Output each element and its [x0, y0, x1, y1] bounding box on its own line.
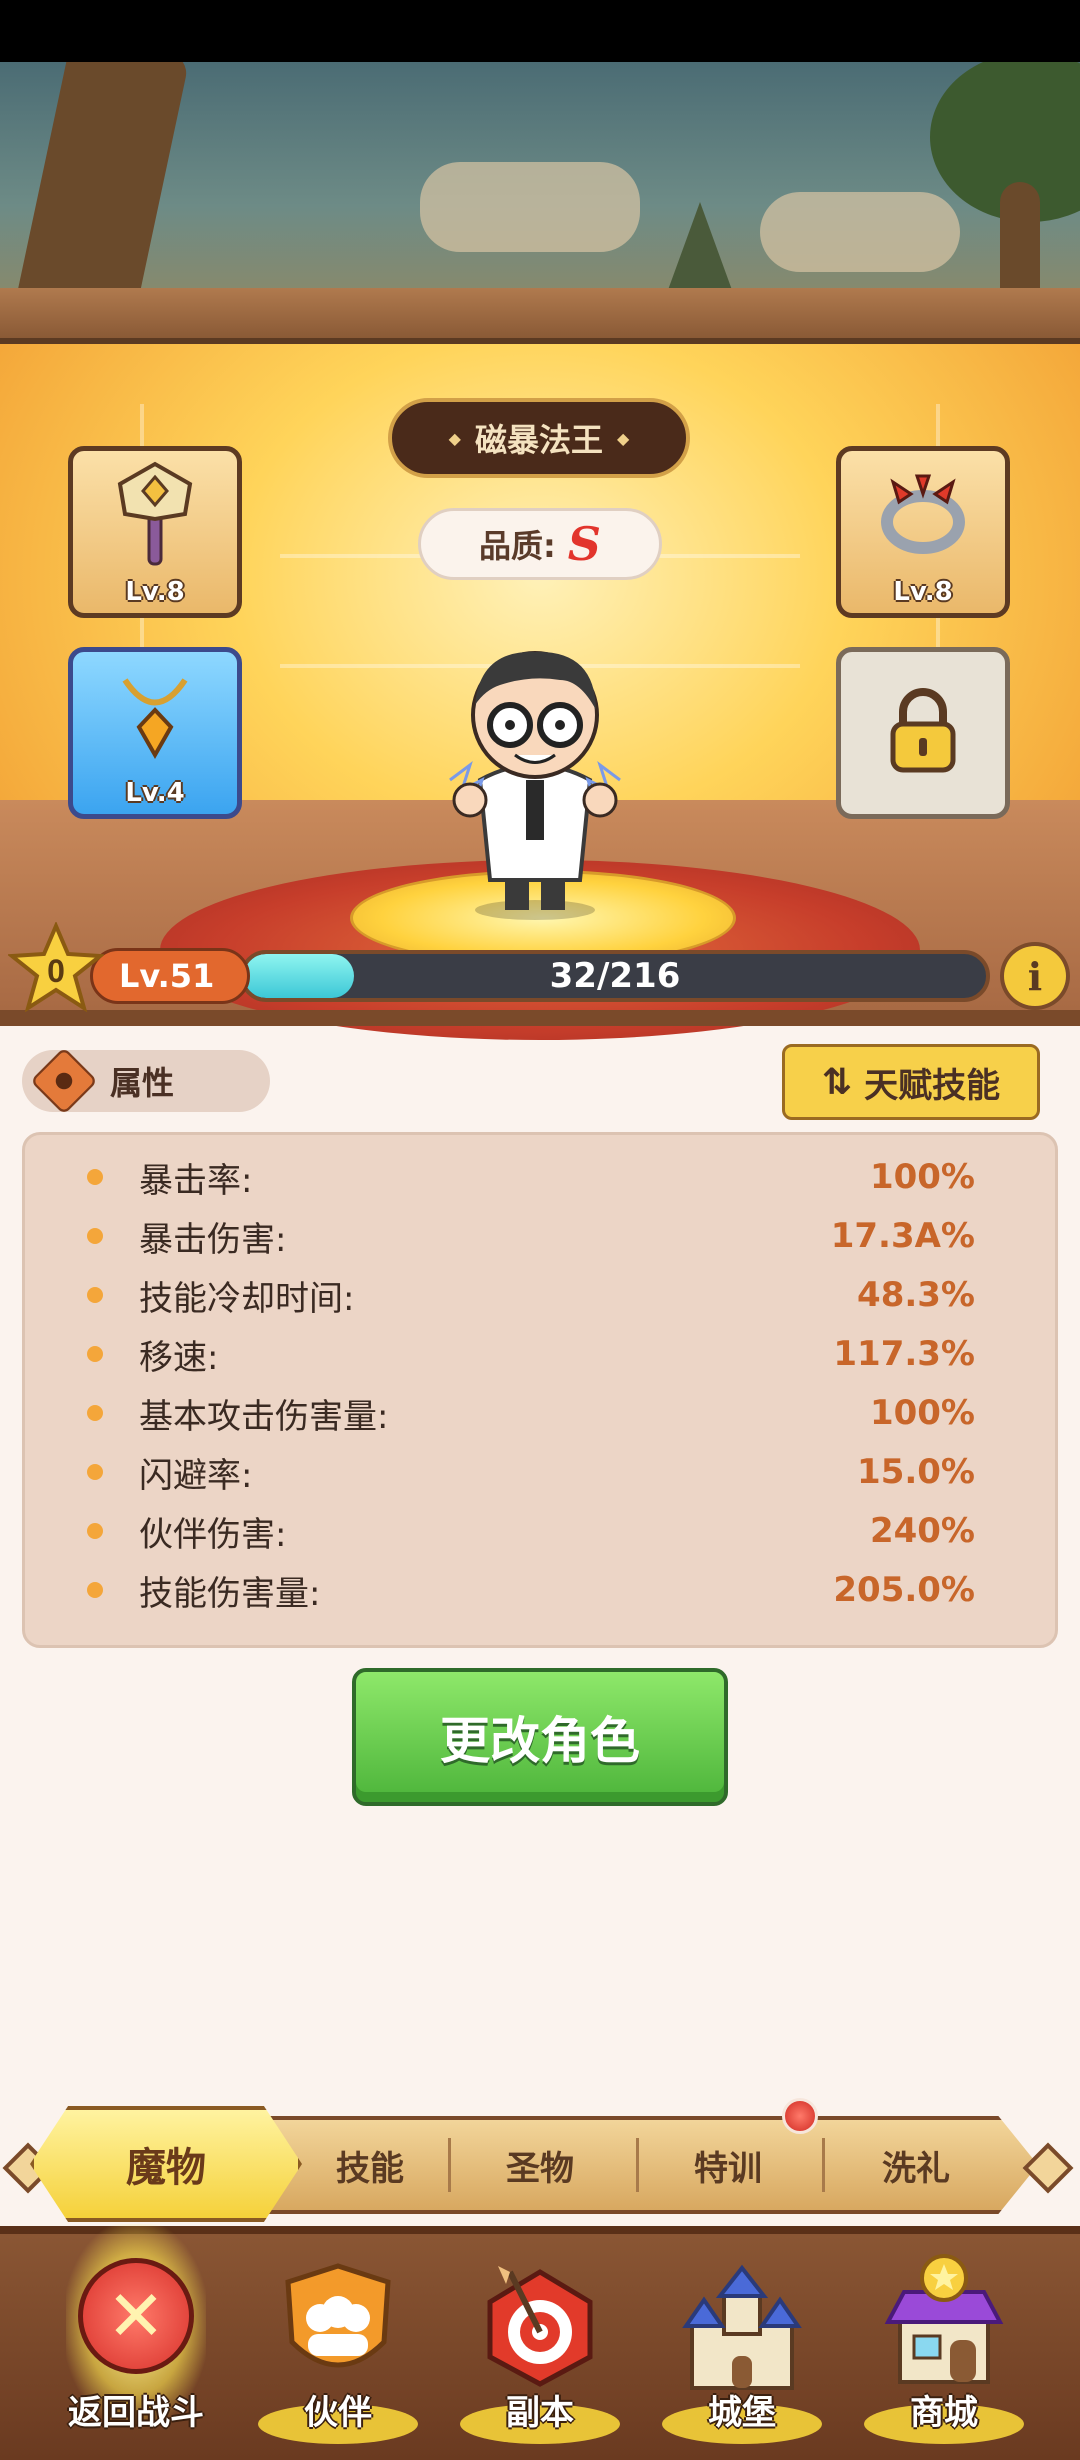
nav-dungeon[interactable]: 副本 — [450, 2244, 630, 2444]
equip-slot-ring[interactable]: Lv.8 — [836, 446, 1010, 618]
character-name: 磁暴法王 — [474, 421, 603, 459]
attribute-value: 205.0% — [833, 1570, 975, 1610]
attribute-name: 暴击伤害: — [139, 1219, 287, 1260]
bullet-icon — [87, 1464, 103, 1480]
partners-shield-icon — [278, 2262, 398, 2392]
tab-skills[interactable]: 技能 — [290, 2130, 450, 2200]
tab-relics[interactable]: 圣物 — [460, 2130, 620, 2200]
attribute-row: 闪避率: 15.0% — [25, 1442, 1055, 1502]
attribute-row: 暴击率: 100% — [25, 1147, 1055, 1207]
hammer-level: Lv.8 — [125, 577, 185, 607]
star-count: 0 — [47, 953, 65, 989]
nav-return-battle[interactable]: ✕ 返回战斗 — [46, 2224, 226, 2444]
talent-skills-label: 天赋技能 — [864, 1065, 1001, 1106]
ring-level: Lv.8 — [893, 577, 953, 607]
tab-separator — [448, 2138, 451, 2192]
attribute-row: 伙伴伤害: 240% — [25, 1501, 1055, 1561]
ring-icon — [873, 451, 973, 577]
bullet-icon — [87, 1346, 103, 1362]
swap-arrows-icon: ⇅ — [821, 1061, 853, 1103]
attribute-name: 闪避率: — [139, 1455, 253, 1496]
tab-training[interactable]: 特训 — [648, 2130, 808, 2200]
nav-label: 商城 — [910, 2393, 978, 2433]
bullet-icon — [87, 1287, 103, 1303]
attribute-value: 240% — [869, 1511, 975, 1551]
attribute-value: 15.0% — [857, 1452, 975, 1492]
attribute-row: 移速: 117.3% — [25, 1324, 1055, 1384]
bullet-icon — [87, 1405, 103, 1421]
character-sprite[interactable] — [410, 630, 660, 920]
change-character-button[interactable]: 更改角色 — [352, 1668, 728, 1806]
attribute-name: 移速: — [139, 1337, 219, 1378]
attribute-value: 117.3% — [833, 1334, 975, 1374]
nav-partners[interactable]: 伙伴 — [248, 2244, 428, 2444]
shop-icon — [874, 2252, 1014, 2392]
tab-separator — [822, 2138, 825, 2192]
nav-label: 副本 — [506, 2393, 574, 2433]
attribute-value: 17.3A% — [830, 1216, 975, 1256]
tab-baptism[interactable]: 洗礼 — [836, 2130, 996, 2200]
nav-shop[interactable]: 商城 — [854, 2244, 1034, 2444]
character-name-plate: ◆ 磁暴法王 ◆ — [388, 398, 690, 478]
attributes-list[interactable]: 暴击率: 100% 暴击伤害: 17.3A% 技能冷却时间: 48.3% 移速: 117.3%… — [22, 1132, 1058, 1648]
bullet-icon — [87, 1228, 103, 1244]
amulet-level: Lv.4 — [125, 778, 185, 808]
bullet-icon — [87, 1523, 103, 1539]
bullet-icon — [87, 1169, 103, 1185]
tab-strip-right-cap — [1022, 2142, 1074, 2194]
stage-bottom-edge — [0, 1010, 1080, 1026]
attribute-row: 技能冷却时间: 48.3% — [25, 1265, 1055, 1325]
diamond-icon: ◆ — [617, 428, 630, 448]
attribute-name: 暴击率: — [139, 1160, 253, 1201]
nav-label: 返回战斗 — [68, 2393, 204, 2433]
attribute-row: 基本攻击伤害量: 100% — [25, 1383, 1055, 1443]
diamond-icon: ◆ — [448, 428, 461, 448]
nav-label: 伙伴 — [304, 2393, 372, 2433]
status-bar — [0, 0, 1080, 62]
attribute-name: 技能冷却时间: — [139, 1278, 355, 1319]
lock-icon — [883, 686, 963, 780]
target-icon — [480, 2262, 600, 2392]
level-badge: Lv.51 — [90, 948, 250, 1004]
forest-background — [0, 62, 1080, 302]
star-rank-badge: 0 — [6, 920, 106, 1013]
notification-dot — [782, 2098, 818, 2134]
attributes-tab-label: 属性 — [110, 1064, 175, 1102]
attribute-row: 技能伤害量: 205.0% — [25, 1560, 1055, 1620]
tab-separator — [636, 2138, 639, 2192]
attribute-name: 伙伴伤害: — [139, 1514, 287, 1555]
attribute-value: 100% — [869, 1393, 975, 1433]
wood-beam — [0, 288, 1080, 344]
attribute-name: 技能伤害量: — [139, 1573, 321, 1614]
tab-monsters[interactable]: 魔物 — [30, 2106, 302, 2222]
attribute-name: 基本攻击伤害量: — [139, 1396, 389, 1437]
quality-label: 品质: — [478, 527, 556, 565]
castle-icon — [672, 2264, 812, 2394]
info-button[interactable]: i — [1000, 942, 1070, 1010]
level-text: Lv.51 — [119, 957, 215, 995]
bullet-icon — [87, 1582, 103, 1598]
nav-label: 城堡 — [708, 2393, 776, 2433]
talent-skills-button[interactable]: ⇅ 天赋技能 — [782, 1044, 1040, 1120]
hammer-icon — [105, 451, 205, 577]
close-icon: ✕ — [78, 2258, 194, 2374]
equip-slot-amulet[interactable]: Lv.4 — [68, 647, 242, 819]
attribute-row: 暴击伤害: 17.3A% — [25, 1206, 1055, 1266]
nav-castle[interactable]: 城堡 — [652, 2244, 832, 2444]
attribute-value: 100% — [869, 1157, 975, 1197]
attribute-value: 48.3% — [857, 1275, 975, 1315]
xp-progress-bar: 32/216 — [240, 950, 990, 1002]
attributes-tab[interactable]: 属性 — [22, 1047, 270, 1115]
amulet-icon — [105, 652, 205, 778]
equip-slot-locked[interactable] — [836, 647, 1010, 819]
quality-grade: S — [567, 517, 602, 571]
xp-text: 32/216 — [549, 956, 681, 996]
equip-slot-hammer[interactable]: Lv.8 — [68, 446, 242, 618]
attributes-icon — [30, 1047, 98, 1115]
quality-pill: 品质: S — [418, 508, 662, 580]
